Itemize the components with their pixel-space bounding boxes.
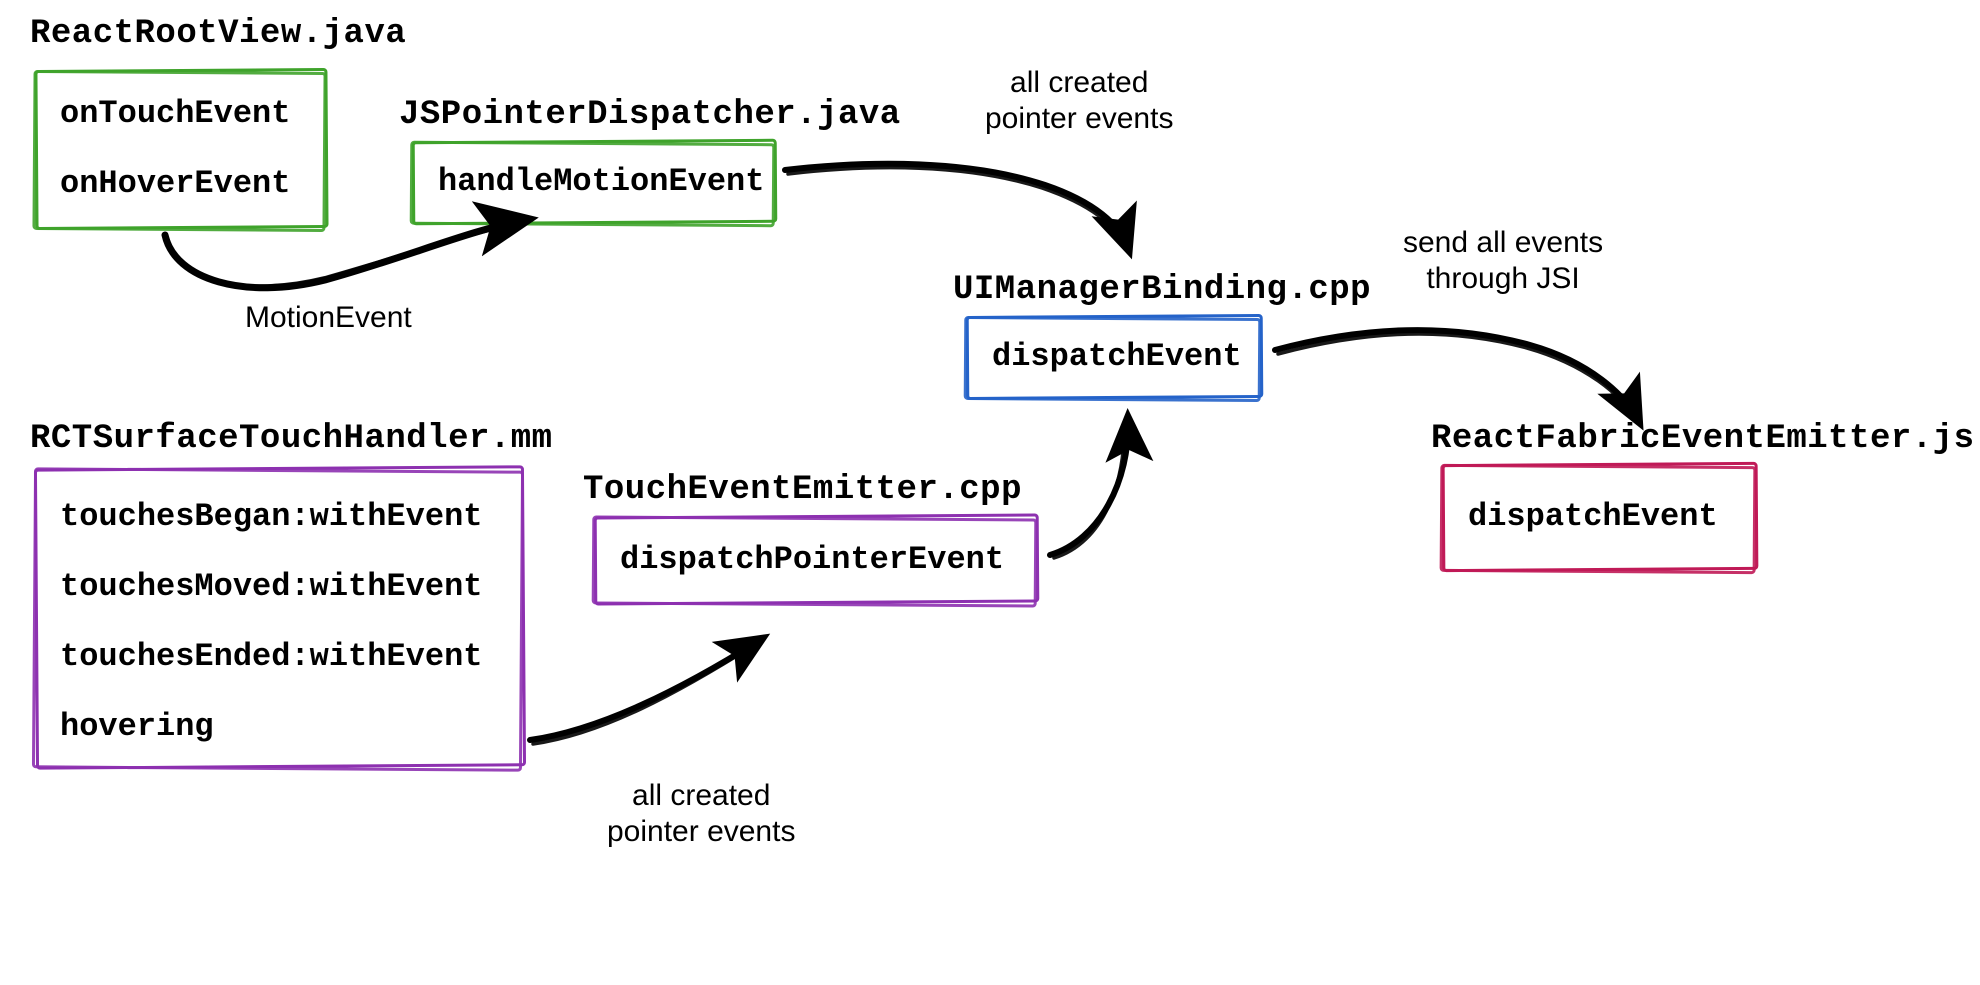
edge-label-send-all-events-through-jsi: send all events through JSI [1403, 225, 1603, 297]
method-touches-ended: touchesEnded:withEvent [60, 638, 482, 675]
node-title-rct-surface-touch-handler: RCTSurfaceTouchHandler.mm [30, 420, 553, 458]
method-dispatch-event-js: dispatchEvent [1468, 498, 1718, 535]
arrow-dispatcher-to-uimanager [785, 164, 1128, 248]
node-title-react-root-view: ReactRootView.java [30, 15, 406, 53]
box-react-root-view [34, 70, 327, 230]
method-touches-began: touchesBegan:withEvent [60, 498, 482, 535]
node-title-touch-event-emitter: TouchEventEmitter.cpp [583, 471, 1022, 509]
edge-label-all-created-pointer-events-top: all created pointer events [985, 65, 1173, 137]
method-hovering: hovering [60, 708, 214, 745]
method-handle-motion-event: handleMotionEvent [438, 163, 764, 200]
arrow-touchemitter-to-uimanager [1050, 420, 1128, 558]
method-dispatch-pointer-event: dispatchPointerEvent [620, 541, 1004, 578]
method-on-hover-event: onHoverEvent [60, 165, 290, 202]
method-on-touch-event: onTouchEvent [60, 95, 290, 132]
arrow-rct-to-touchemitter [530, 640, 760, 744]
arrow-uimanager-to-emitter [1275, 330, 1638, 420]
node-title-js-pointer-dispatcher: JSPointerDispatcher.java [399, 96, 901, 134]
edge-label-all-created-pointer-events-bottom: all created pointer events [607, 778, 795, 850]
node-title-ui-manager-binding: UIManagerBinding.cpp [953, 271, 1371, 309]
node-title-react-fabric-event-emitter: ReactFabricEventEmitter.js [1431, 420, 1975, 458]
method-touches-moved: touchesMoved:withEvent [60, 568, 482, 605]
method-dispatch-event-cpp: dispatchEvent [992, 338, 1242, 375]
edge-label-motion-event: MotionEvent [245, 300, 412, 336]
diagram-canvas: { "nodes": { "reactRootView": { "title":… [0, 0, 1980, 985]
